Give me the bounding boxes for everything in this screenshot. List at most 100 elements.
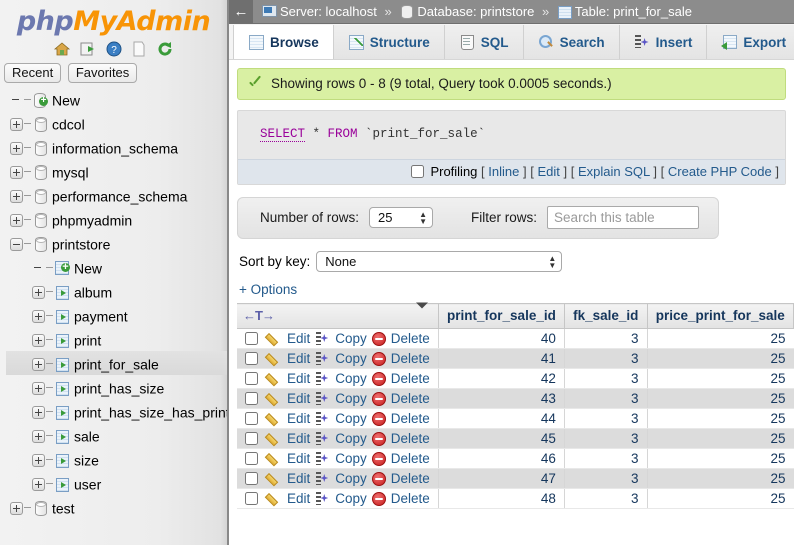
edit-link[interactable]: Edit [537, 164, 559, 179]
tree-item-size[interactable]: size [6, 447, 227, 471]
row-select-checkbox[interactable] [245, 412, 258, 425]
edit-link[interactable]: Edit [287, 391, 310, 406]
expand-icon[interactable] [32, 405, 45, 419]
favorites-button[interactable]: Favorites [67, 63, 138, 83]
breadcrumb-table[interactable]: Table: print_for_sale [575, 4, 692, 19]
copy-link[interactable]: Copy [335, 331, 367, 346]
table-row[interactable]: Edit Copy Delete 40 3 25 [237, 328, 794, 349]
edit-link[interactable]: Edit [287, 331, 310, 346]
cell-fk_sale_id[interactable]: 3 [563, 408, 648, 429]
column-header-fk_sale_id[interactable]: fk_sale_id [564, 303, 648, 329]
create-php-code-link[interactable]: Create PHP Code [668, 164, 772, 179]
tree-item-test[interactable]: test [6, 495, 227, 519]
expand-icon[interactable] [10, 189, 23, 203]
edit-link[interactable]: Edit [287, 411, 310, 426]
edit-link[interactable]: Edit [287, 471, 310, 486]
breadcrumb-database[interactable]: Database: printstore [417, 4, 534, 19]
delete-icon[interactable] [371, 491, 386, 506]
tree-item-user[interactable]: user [6, 471, 227, 495]
copy-link[interactable]: Copy [335, 371, 367, 386]
cell-price_print_for_sale[interactable]: 25 [646, 488, 794, 509]
expand-icon[interactable] [10, 117, 23, 131]
delete-icon[interactable] [371, 371, 386, 386]
cell-print_for_sale_id[interactable]: 40 [437, 328, 565, 349]
cell-print_for_sale_id[interactable]: 41 [437, 348, 565, 369]
cell-price_print_for_sale[interactable]: 25 [646, 368, 794, 389]
tree-item-information-schema[interactable]: information_schema [6, 135, 227, 159]
delete-link[interactable]: Delete [391, 491, 430, 506]
profiling-checkbox[interactable] [410, 165, 424, 178]
delete-link[interactable]: Delete [391, 391, 430, 406]
tree-item-new[interactable]: New [6, 255, 227, 279]
tab-search[interactable]: Search [523, 25, 620, 59]
table-row[interactable]: Edit Copy Delete 46 3 25 [237, 448, 794, 469]
delete-link[interactable]: Delete [391, 371, 430, 386]
cell-fk_sale_id[interactable]: 3 [563, 348, 648, 369]
edit-icon[interactable] [267, 451, 282, 466]
copy-icon[interactable] [315, 431, 330, 446]
tab-structure[interactable]: Structure [333, 25, 445, 59]
breadcrumb-server[interactable]: Server: localhost [280, 4, 377, 19]
delete-icon[interactable] [371, 391, 386, 406]
edit-link[interactable]: Edit [287, 431, 310, 446]
row-select-checkbox[interactable] [245, 332, 258, 345]
copy-icon[interactable] [315, 451, 330, 466]
edit-link[interactable]: Edit [287, 371, 310, 386]
table-row[interactable]: Edit Copy Delete 43 3 25 [237, 388, 794, 409]
table-row[interactable]: Edit Copy Delete 44 3 25 [237, 408, 794, 429]
cell-price_print_for_sale[interactable]: 25 [646, 448, 794, 469]
cell-fk_sale_id[interactable]: 3 [563, 448, 648, 469]
copy-icon[interactable] [315, 331, 330, 346]
copy-link[interactable]: Copy [335, 451, 367, 466]
cell-price_print_for_sale[interactable]: 25 [646, 428, 794, 449]
cell-print_for_sale_id[interactable]: 48 [437, 488, 565, 509]
tab-export[interactable]: Export [707, 25, 794, 59]
help-icon[interactable]: ? [105, 40, 123, 58]
delete-link[interactable]: Delete [391, 451, 430, 466]
table-row[interactable]: Edit Copy Delete 42 3 25 [237, 368, 794, 389]
edit-icon[interactable] [267, 491, 282, 506]
cell-price_print_for_sale[interactable]: 25 [646, 468, 794, 489]
tree-item-payment[interactable]: payment [6, 303, 227, 327]
copy-icon[interactable] [315, 471, 330, 486]
copy-link[interactable]: Copy [335, 471, 367, 486]
expand-icon[interactable] [10, 213, 23, 227]
inline-link[interactable]: Inline [488, 164, 519, 179]
copy-link[interactable]: Copy [335, 431, 367, 446]
copy-link[interactable]: Copy [335, 491, 367, 506]
table-row[interactable]: Edit Copy Delete 41 3 25 [237, 348, 794, 369]
expand-icon[interactable] [32, 309, 45, 323]
cell-fk_sale_id[interactable]: 3 [563, 388, 648, 409]
row-select-checkbox[interactable] [245, 452, 258, 465]
cell-print_for_sale_id[interactable]: 44 [437, 408, 565, 429]
cell-fk_sale_id[interactable]: 3 [563, 328, 648, 349]
edit-icon[interactable] [267, 331, 282, 346]
delete-link[interactable]: Delete [391, 431, 430, 446]
edit-link[interactable]: Edit [287, 491, 310, 506]
expand-icon[interactable] [32, 429, 45, 443]
row-select-checkbox[interactable] [245, 472, 258, 485]
delete-icon[interactable] [371, 411, 386, 426]
row-select-checkbox[interactable] [245, 392, 258, 405]
expand-icon[interactable] [32, 357, 45, 371]
tree-item-performance-schema[interactable]: performance_schema [6, 183, 227, 207]
delete-link[interactable]: Delete [391, 331, 430, 346]
cell-price_print_for_sale[interactable]: 25 [646, 408, 794, 429]
delete-icon[interactable] [371, 331, 386, 346]
table-row[interactable]: Edit Copy Delete 48 3 25 [237, 488, 794, 509]
options-toggle[interactable]: + Options [239, 282, 297, 297]
column-header-print_for_sale_id[interactable]: print_for_sale_id [438, 303, 565, 329]
back-button[interactable]: ← [229, 0, 253, 24]
delete-link[interactable]: Delete [391, 411, 430, 426]
column-menu-icon[interactable] [415, 302, 428, 324]
tab-browse[interactable]: Browse [233, 25, 334, 59]
delete-link[interactable]: Delete [391, 351, 430, 366]
table-row[interactable]: Edit Copy Delete 45 3 25 [237, 428, 794, 449]
recent-button[interactable]: Recent [4, 63, 62, 83]
edit-icon[interactable] [267, 431, 282, 446]
delete-icon[interactable] [371, 431, 386, 446]
copy-icon[interactable] [315, 391, 330, 406]
edit-link[interactable]: Edit [287, 351, 310, 366]
copy-link[interactable]: Copy [335, 351, 367, 366]
edit-icon[interactable] [267, 351, 282, 366]
